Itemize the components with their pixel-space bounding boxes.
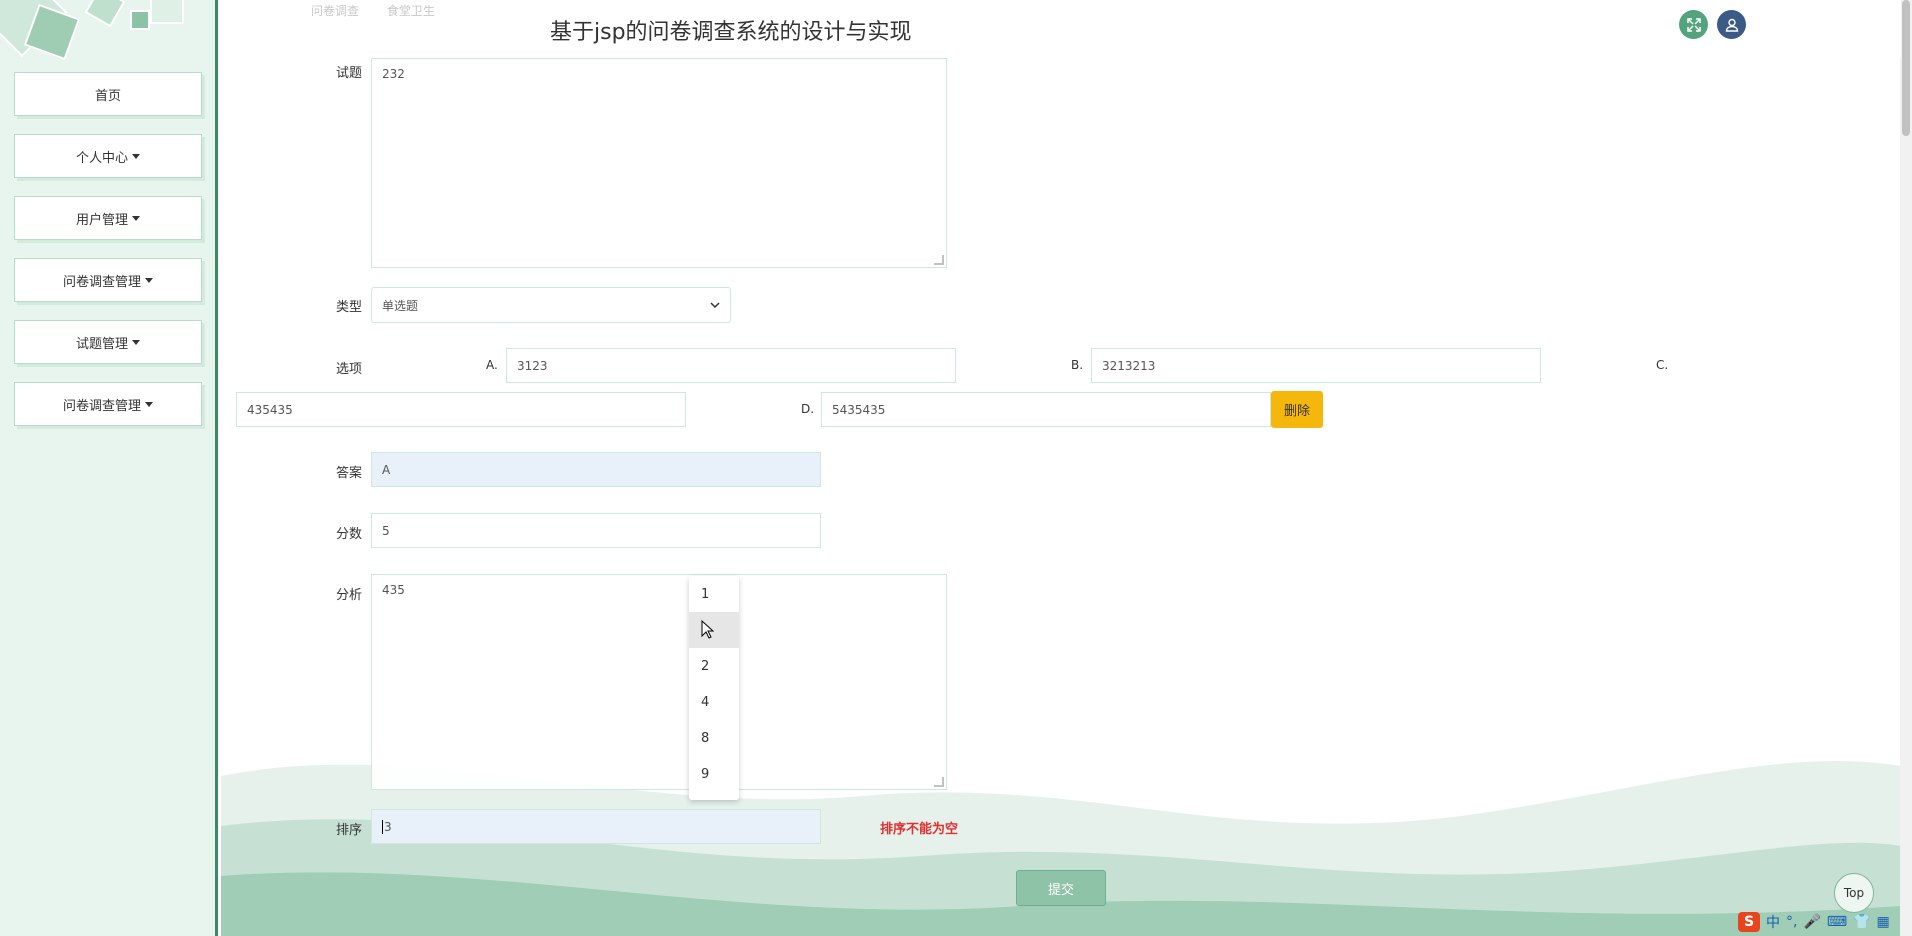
dropdown-item[interactable]: 9	[689, 756, 739, 792]
type-label: 类型	[336, 300, 363, 315]
type-select[interactable]: 单选题	[371, 287, 731, 323]
mouse-cursor-icon	[701, 620, 715, 639]
breadcrumb-item[interactable]: 问卷调查	[311, 4, 359, 18]
option-a-input[interactable]: 3123	[506, 348, 956, 383]
answer-label: 答案	[336, 466, 363, 481]
ime-toolbar: S 中 °, 🎤 ⌨ 👕 ▦	[1738, 908, 1890, 936]
punctuation-icon[interactable]: °,	[1786, 914, 1797, 930]
caret-down-icon	[132, 153, 140, 159]
sidebar-item-label: 用户管理	[75, 212, 128, 228]
option-c-letter: C.	[1656, 358, 1669, 372]
sort-autocomplete-dropdown: 1 2 4 8 9	[689, 576, 739, 800]
score-value: 5	[382, 523, 390, 538]
chevron-down-icon	[710, 302, 720, 308]
skin-icon[interactable]: 👕	[1853, 914, 1870, 930]
resize-handle-icon[interactable]	[934, 777, 944, 787]
sidebar-item-survey-management[interactable]: 问卷调查管理	[14, 258, 202, 302]
option-c-value: 435435	[247, 402, 293, 417]
caret-down-icon	[132, 339, 140, 345]
answer-value: A	[382, 462, 391, 477]
sort-label: 排序	[336, 823, 363, 838]
analysis-label: 分析	[336, 588, 363, 603]
ime-mode-label[interactable]: 中	[1766, 912, 1780, 932]
option-a-value: 3123	[517, 358, 548, 373]
option-d-value: 5435435	[832, 402, 886, 417]
question-value: 232	[382, 67, 405, 81]
sidebar-item-label: 试题管理	[75, 336, 128, 352]
type-selected-value: 单选题	[382, 298, 419, 313]
sidebar-item-label: 个人中心	[75, 150, 128, 166]
caret-down-icon	[132, 215, 140, 221]
main-content: 问卷调查 食堂卫生 基于jsp的问卷调查系统的设计与实现 试题 232 类型 单…	[221, 0, 1901, 936]
user-icon	[1725, 18, 1738, 32]
vertical-scrollbar[interactable]	[1900, 0, 1912, 936]
microphone-icon[interactable]: 🎤	[1803, 914, 1820, 930]
dropdown-item[interactable]: 2	[689, 648, 739, 684]
answer-input[interactable]: A	[371, 452, 821, 487]
sidebar-item-survey-management-2[interactable]: 问卷调查管理	[14, 382, 202, 426]
toolbox-icon[interactable]: ▦	[1877, 914, 1890, 930]
sidebar-item-question-management[interactable]: 试题管理	[14, 320, 202, 364]
score-label: 分数	[336, 527, 363, 542]
options-label: 选项	[336, 362, 363, 377]
caret-down-icon	[145, 401, 153, 407]
scrollbar-thumb[interactable]	[1902, 0, 1910, 136]
option-a-letter: A.	[486, 358, 498, 372]
option-c-input[interactable]: 435435	[236, 392, 686, 427]
user-avatar-button[interactable]	[1717, 10, 1746, 39]
submit-button[interactable]: 提交	[1016, 870, 1106, 906]
keyboard-icon[interactable]: ⌨	[1827, 914, 1847, 930]
back-to-top-button[interactable]: Top	[1834, 873, 1874, 913]
sidebar-item-label: 问卷调查管理	[62, 398, 141, 414]
expand-icon	[1686, 17, 1701, 32]
sogou-s-icon[interactable]: S	[1738, 912, 1760, 932]
option-d-letter: D.	[801, 402, 815, 416]
sort-input[interactable]: 3	[371, 809, 821, 844]
dropdown-item[interactable]: 8	[689, 720, 739, 756]
sort-value: 3	[382, 819, 392, 834]
question-label: 试题	[336, 66, 363, 81]
sidebar-decoration	[0, 0, 218, 70]
sidebar-item-personal-center[interactable]: 个人中心	[14, 134, 202, 178]
dropdown-item[interactable]: 1	[689, 576, 739, 612]
score-input[interactable]: 5	[371, 513, 821, 548]
breadcrumb: 问卷调查 食堂卫生	[311, 2, 435, 19]
option-b-input[interactable]: 3213213	[1091, 348, 1541, 383]
dropdown-item[interactable]: 4	[689, 684, 739, 720]
question-textarea[interactable]: 232	[371, 58, 947, 268]
page-title: 基于jsp的问卷调查系统的设计与实现	[550, 20, 912, 45]
breadcrumb-item[interactable]: 食堂卫生	[387, 4, 435, 18]
top-bar: 问卷调查 食堂卫生 基于jsp的问卷调查系统的设计与实现	[221, 0, 1901, 58]
analysis-textarea[interactable]: 435	[371, 574, 947, 790]
sort-error-message: 排序不能为空	[880, 822, 959, 837]
sidebar-item-user-management[interactable]: 用户管理	[14, 196, 202, 240]
resize-handle-icon[interactable]	[934, 255, 944, 265]
sidebar-item-label: 首页	[94, 88, 121, 104]
analysis-value: 435	[382, 583, 405, 597]
sidebar-item-label: 问卷调查管理	[62, 274, 141, 290]
fullscreen-button[interactable]	[1679, 10, 1708, 39]
delete-option-button[interactable]: 删除	[1271, 391, 1323, 428]
option-b-value: 3213213	[1102, 358, 1156, 373]
sidebar: 首页 个人中心 用户管理 问卷调查管理 试题管理 问卷调查管理	[0, 0, 218, 936]
caret-down-icon	[145, 277, 153, 283]
option-b-letter: B.	[1071, 358, 1084, 372]
option-d-input[interactable]: 5435435	[821, 392, 1271, 427]
sidebar-item-home[interactable]: 首页	[14, 72, 202, 116]
dropdown-item-highlighted[interactable]	[689, 612, 739, 648]
